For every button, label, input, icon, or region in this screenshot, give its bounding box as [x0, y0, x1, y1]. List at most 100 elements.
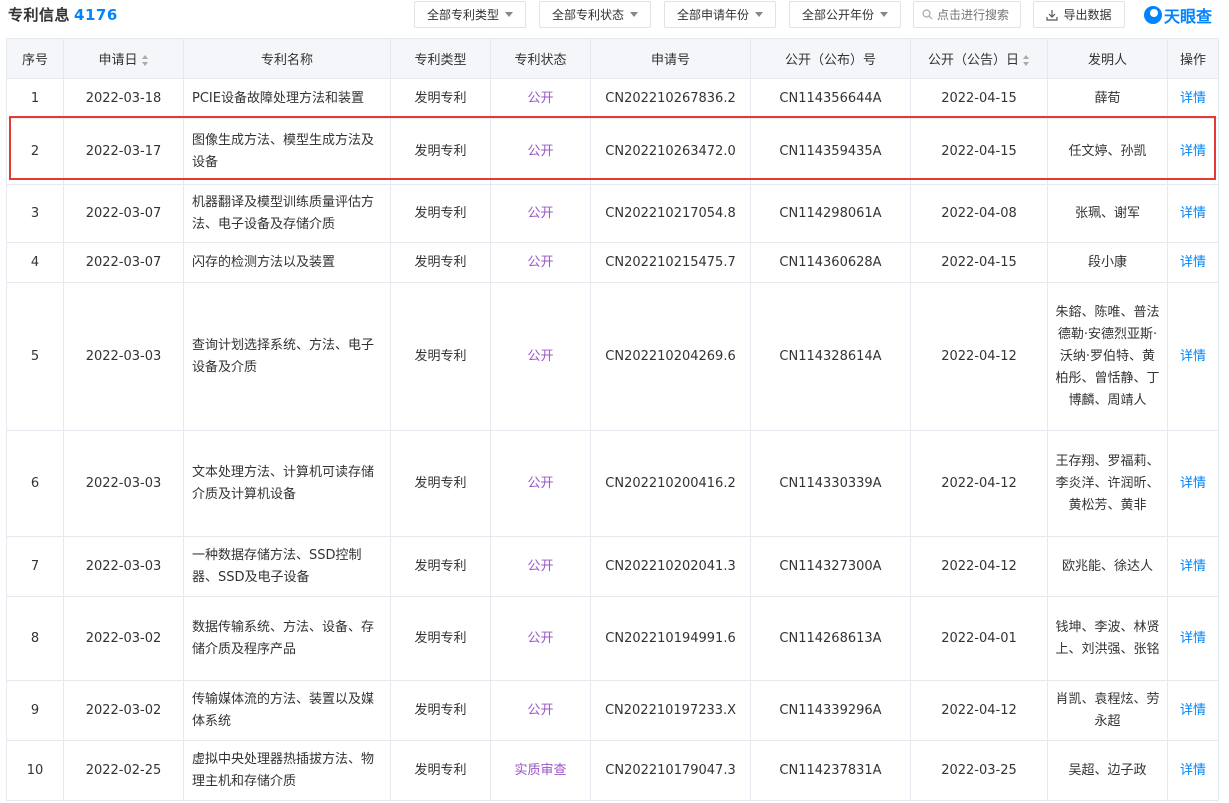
cell-pub-no: CN114327300A: [750, 536, 911, 597]
search-input[interactable]: [937, 7, 1017, 22]
cell-type: 发明专利: [390, 184, 491, 243]
col-header-pub-date-label: 公开（公告）日: [927, 53, 1019, 68]
cell-pub-date: 2022-04-12: [910, 282, 1048, 431]
detail-link[interactable]: 详情: [1167, 680, 1219, 741]
cell-apply-date: 2022-03-03: [63, 282, 184, 431]
detail-link[interactable]: 详情: [1167, 596, 1219, 681]
col-header-name: 专利名称: [183, 38, 391, 79]
cell-no: 9: [6, 680, 64, 741]
col-header-apply-no: 申请号: [590, 38, 751, 79]
cell-apply-no: CN202210217054.8: [590, 184, 751, 243]
cell-apply-no: CN202210197233.X: [590, 680, 751, 741]
sort-icon[interactable]: [1023, 55, 1030, 66]
detail-link[interactable]: 详情: [1167, 282, 1219, 431]
cell-pub-no: CN114360628A: [750, 242, 911, 283]
cell-name: 图像生成方法、模型生成方法及设备: [183, 118, 391, 185]
table-row: 1 2022-03-18 PCIE设备故障处理方法和装置 发明专利 公开 CN2…: [6, 78, 1219, 119]
cell-pub-date: 2022-04-12: [910, 536, 1048, 597]
cell-name: 传输媒体流的方法、装置以及媒体系统: [183, 680, 391, 741]
cell-apply-no: CN202210200416.2: [590, 430, 751, 537]
cell-name: 闪存的检测方法以及装置: [183, 242, 391, 283]
cell-pub-date: 2022-04-01: [910, 596, 1048, 681]
cell-no: 7: [6, 536, 64, 597]
cell-pub-date: 2022-04-15: [910, 78, 1048, 119]
cell-apply-no: CN202210204269.6: [590, 282, 751, 431]
detail-link[interactable]: 详情: [1167, 118, 1219, 185]
filter-publish-year-label: 全部公开年份: [801, 8, 874, 22]
cell-pub-date: 2022-04-12: [910, 430, 1048, 537]
cell-apply-no: CN202210267836.2: [590, 78, 751, 119]
export-button[interactable]: 导出数据: [1033, 1, 1125, 28]
cell-inventors: 朱鎔、陈唯、普法德勒·安德烈亚斯·沃纳·罗伯特、黄柏彤、曾恬静、丁博麟、周靖人: [1047, 282, 1168, 431]
cell-apply-no: CN202210179047.3: [590, 740, 751, 801]
cell-no: 2: [6, 118, 64, 185]
cell-apply-date: 2022-03-03: [63, 430, 184, 537]
cell-apply-date: 2022-03-02: [63, 596, 184, 681]
filter-patent-status[interactable]: 全部专利状态: [539, 1, 651, 28]
filter-patent-type-label: 全部专利类型: [426, 8, 499, 22]
filter-publish-year[interactable]: 全部公开年份: [789, 1, 901, 28]
patent-table: 序号 申请日 专利名称 专利类型 专利状态 申请号 公开（公布）号 公开（公告）…: [6, 38, 1219, 801]
cell-pub-no: CN114330339A: [750, 430, 911, 537]
cell-pub-date: 2022-04-12: [910, 680, 1048, 741]
cell-type: 发明专利: [390, 430, 491, 537]
col-header-pub-date[interactable]: 公开（公告）日: [910, 38, 1048, 79]
detail-link[interactable]: 详情: [1167, 740, 1219, 801]
cell-type: 发明专利: [390, 536, 491, 597]
cell-inventors: 薛荀: [1047, 78, 1168, 119]
filter-patent-type[interactable]: 全部专利类型: [414, 1, 526, 28]
cell-type: 发明专利: [390, 78, 491, 119]
detail-link[interactable]: 详情: [1167, 536, 1219, 597]
cell-inventors: 肖凯、袁程炫、劳永超: [1047, 680, 1168, 741]
cell-apply-date: 2022-03-02: [63, 680, 184, 741]
sort-icon[interactable]: [141, 55, 149, 66]
cell-inventors: 钱坤、李波、林贤上、刘洪强、张铭: [1047, 596, 1168, 681]
cell-pub-date: 2022-04-15: [910, 242, 1048, 283]
col-header-pub-no: 公开（公布）号: [750, 38, 911, 79]
cell-inventors: 欧兆能、徐达人: [1047, 536, 1168, 597]
cell-inventors: 吴超、边子政: [1047, 740, 1168, 801]
cell-name: 机器翻译及模型训练质量评估方法、电子设备及存储介质: [183, 184, 391, 243]
cell-type: 发明专利: [390, 596, 491, 681]
patent-count: 4176: [74, 6, 118, 24]
table-row: 8 2022-03-02 数据传输系统、方法、设备、存储介质及程序产品 发明专利…: [6, 596, 1219, 681]
cell-status: 公开: [490, 78, 591, 119]
cell-pub-date: 2022-04-15: [910, 118, 1048, 185]
detail-link[interactable]: 详情: [1167, 78, 1219, 119]
table-row: 2 2022-03-17 图像生成方法、模型生成方法及设备 发明专利 公开 CN…: [6, 118, 1219, 185]
cell-inventors: 张珮、谢军: [1047, 184, 1168, 243]
col-header-status: 专利状态: [490, 38, 591, 79]
cell-no: 3: [6, 184, 64, 243]
col-header-type: 专利类型: [390, 38, 491, 79]
cell-no: 5: [6, 282, 64, 431]
brand-name: 天眼查: [1164, 7, 1213, 26]
table-row: 10 2022-02-25 虚拟中央处理器热插拔方法、物理主机和存储介质 发明专…: [6, 740, 1219, 801]
chevron-down-icon: [630, 12, 638, 17]
cell-status: 公开: [490, 118, 591, 185]
cell-apply-date: 2022-03-18: [63, 78, 184, 119]
table-row: 6 2022-03-03 文本处理方法、计算机可读存储介质及计算机设备 发明专利…: [6, 430, 1219, 537]
filter-apply-year-label: 全部申请年份: [676, 8, 749, 22]
detail-link[interactable]: 详情: [1167, 184, 1219, 243]
search-box[interactable]: [913, 1, 1021, 28]
cell-name: PCIE设备故障处理方法和装置: [183, 78, 391, 119]
cell-no: 4: [6, 242, 64, 283]
cell-name: 数据传输系统、方法、设备、存储介质及程序产品: [183, 596, 391, 681]
col-header-apply-date[interactable]: 申请日: [63, 38, 184, 79]
chevron-down-icon: [505, 12, 513, 17]
cell-name: 虚拟中央处理器热插拔方法、物理主机和存储介质: [183, 740, 391, 801]
filter-apply-year[interactable]: 全部申请年份: [664, 1, 776, 28]
cell-apply-date: 2022-03-07: [63, 184, 184, 243]
cell-status: 公开: [490, 596, 591, 681]
cell-apply-no: CN202210263472.0: [590, 118, 751, 185]
chevron-down-icon: [755, 12, 763, 17]
chevron-down-icon: [880, 12, 888, 17]
detail-link[interactable]: 详情: [1167, 430, 1219, 537]
export-button-label: 导出数据: [1063, 8, 1112, 22]
cell-type: 发明专利: [390, 740, 491, 801]
cell-type: 发明专利: [390, 242, 491, 283]
cell-type: 发明专利: [390, 282, 491, 431]
brand-eye-icon: [1144, 6, 1162, 24]
detail-link[interactable]: 详情: [1167, 242, 1219, 283]
cell-pub-no: CN114268613A: [750, 596, 911, 681]
